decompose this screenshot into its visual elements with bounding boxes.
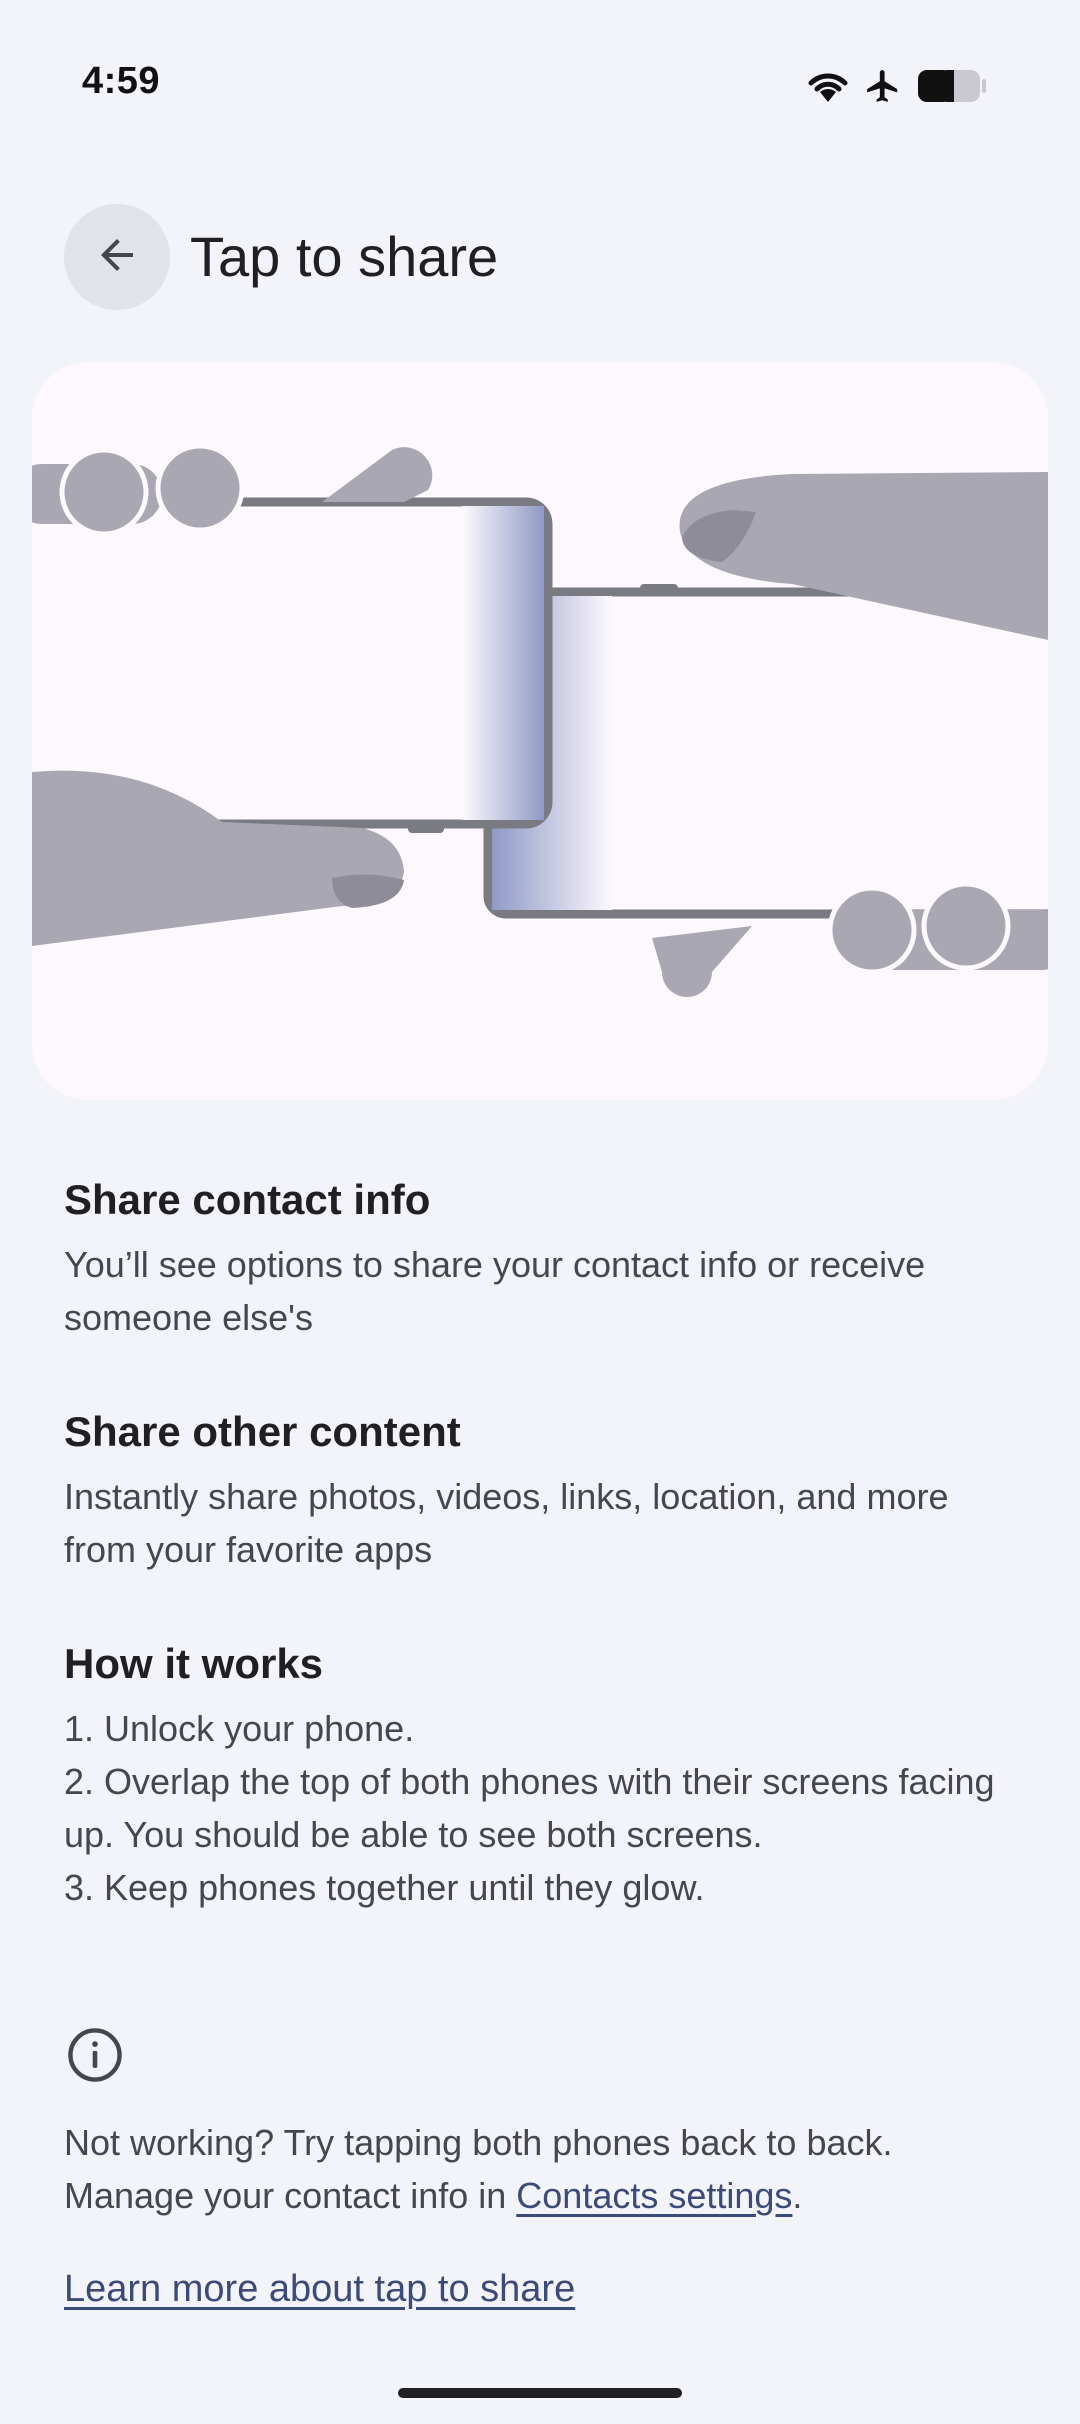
airplane-mode-icon (864, 67, 902, 105)
gesture-navigation-bar[interactable] (398, 2388, 682, 2398)
manage-contact-prefix: Manage your contact info in (64, 2175, 517, 2216)
tap-to-share-screen: 4:59 Tap to share Share contact info You… (0, 0, 1080, 2424)
arrow-back-icon (93, 231, 141, 284)
share-other-content-section: Share other content Instantly share phot… (64, 1402, 1024, 1576)
manage-contact-text: Manage your contact info in Contacts set… (64, 2169, 1024, 2222)
troubleshooting-text: Not working? Try tapping both phones bac… (64, 2116, 1024, 2222)
section-body: You’ll see options to share your contact… (64, 1244, 926, 1338)
page-title: Tap to share (190, 225, 499, 288)
back-button[interactable] (64, 204, 170, 310)
step-item: 3. Keep phones together until they glow. (64, 1867, 705, 1908)
wifi-icon (806, 68, 850, 104)
not-working-text: Not working? Try tapping both phones bac… (64, 2122, 893, 2163)
section-title: Share contact info (64, 1176, 431, 1223)
section-title: Share other content (64, 1408, 461, 1455)
section-body: Instantly share photos, videos, links, l… (64, 1476, 949, 1570)
contacts-settings-link[interactable]: Contacts settings (516, 2175, 792, 2216)
status-time: 4:59 (82, 60, 161, 102)
share-contact-info-section: Share contact info You’ll see options to… (64, 1170, 1024, 1344)
two-phones-tap-illustration (32, 443, 1048, 997)
section-title: How it works (64, 1640, 324, 1687)
info-icon (64, 2024, 126, 2086)
content: Share contact info You’ll see options to… (64, 1170, 1024, 1972)
illustration-card (32, 362, 1048, 1100)
step-item: 2. Overlap the top of both phones with t… (64, 1761, 995, 1855)
battery-icon (916, 68, 988, 104)
how-it-works-section: How it works 1. Unlock your phone. 2. Ov… (64, 1634, 1024, 1914)
step-item: 1. Unlock your phone. (64, 1708, 415, 1749)
top-app-bar: Tap to share (0, 204, 1080, 310)
learn-more-link[interactable]: Learn more about tap to share (64, 2262, 575, 2316)
steps-list: 1. Unlock your phone. 2. Overlap the top… (64, 1702, 1024, 1914)
manage-contact-suffix: . (792, 2175, 803, 2216)
status-icons (806, 64, 988, 108)
status-bar: 4:59 (0, 0, 1080, 160)
